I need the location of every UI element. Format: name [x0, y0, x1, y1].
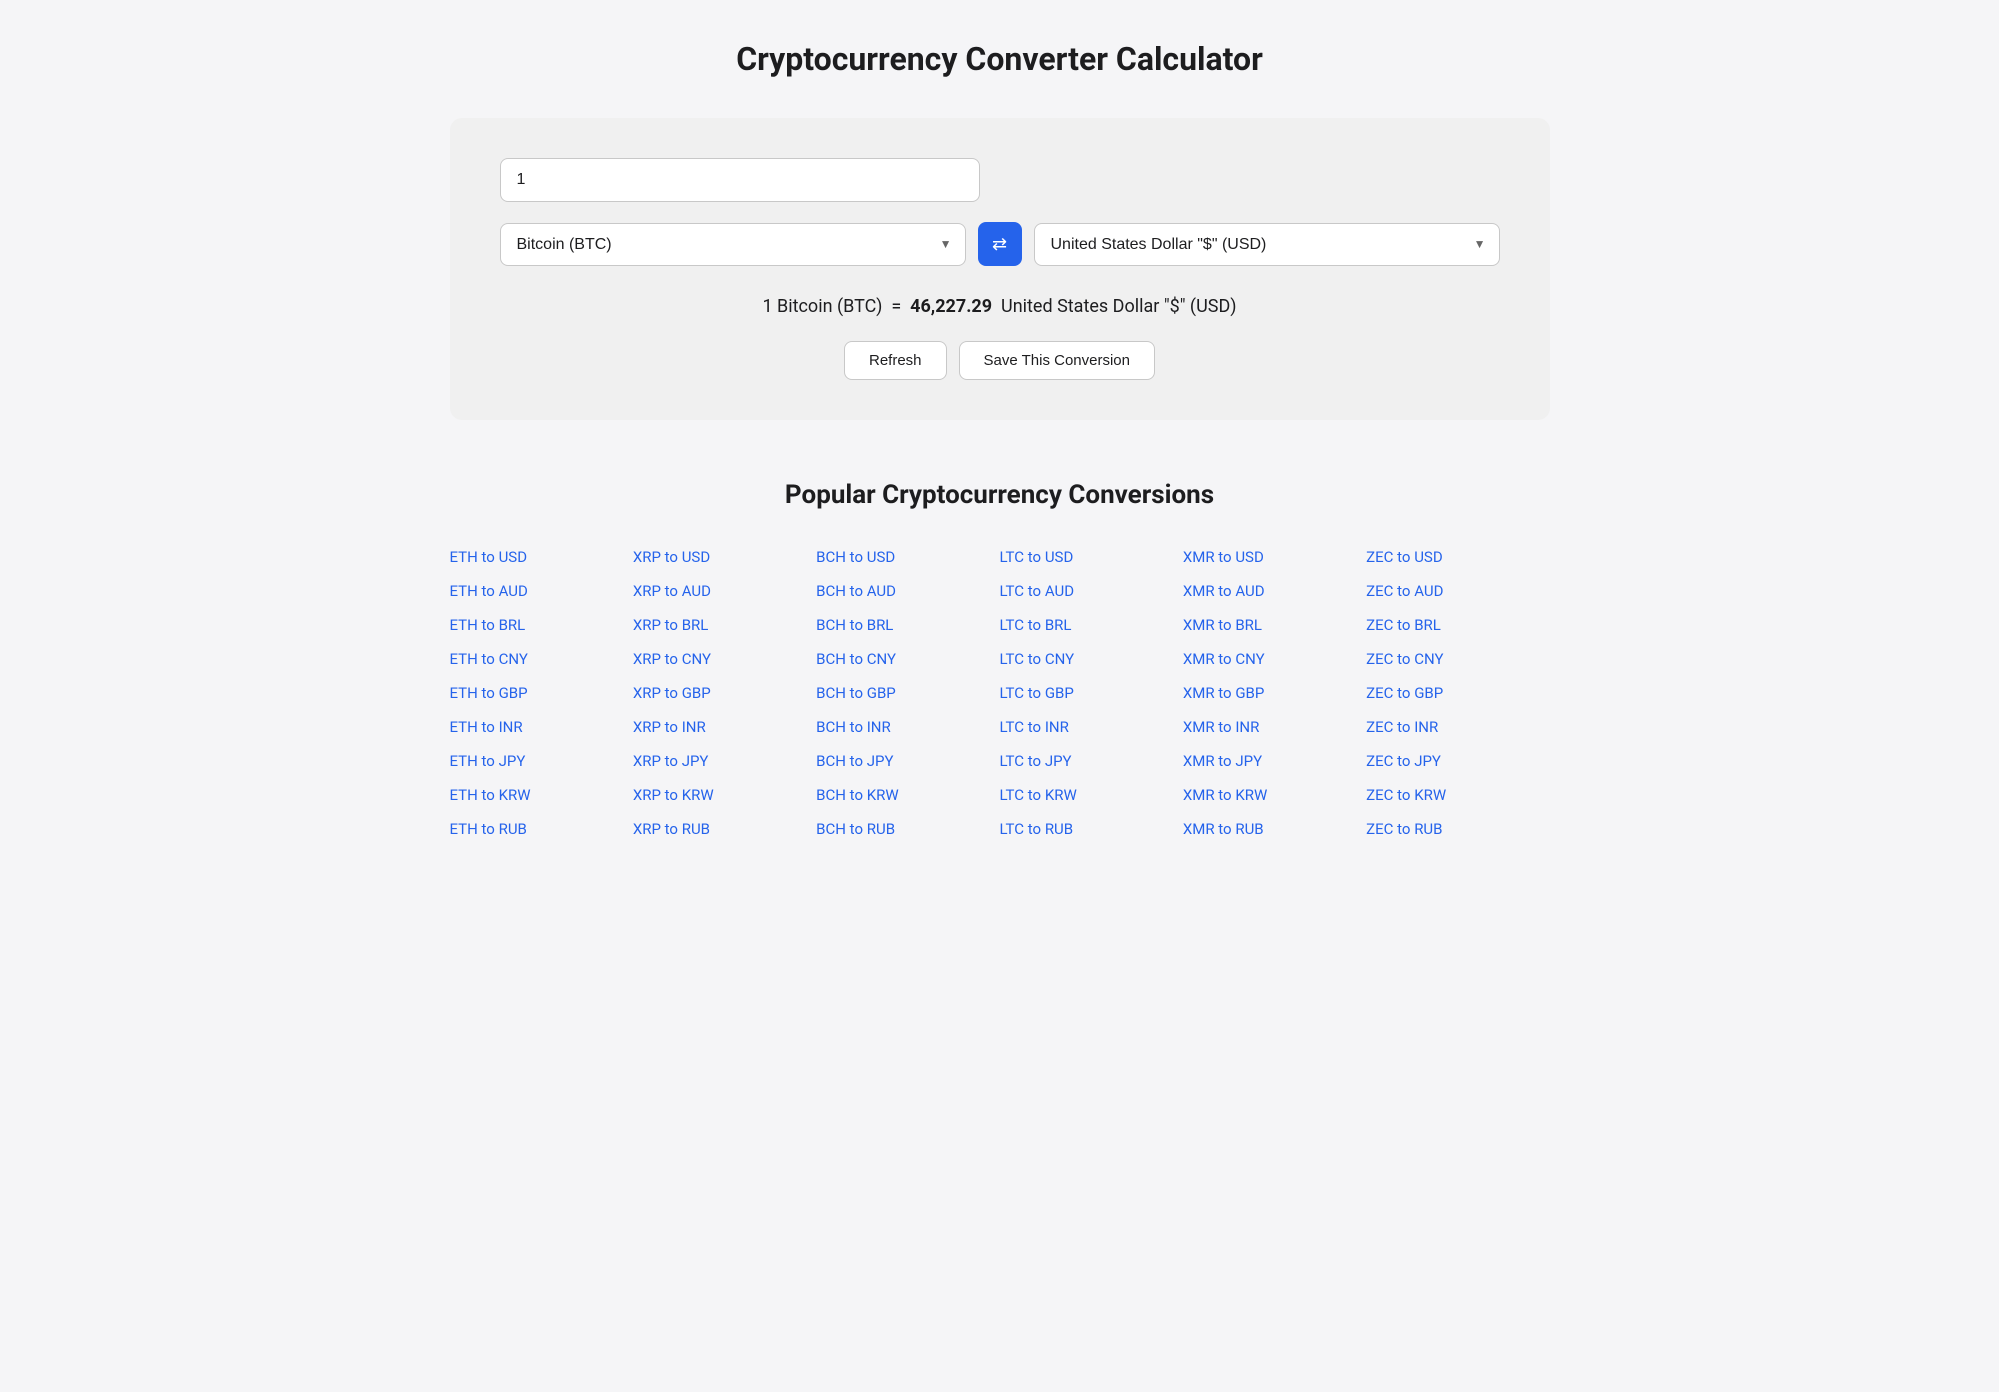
- to-currency-select[interactable]: United States Dollar "$" (USD): [1034, 223, 1500, 266]
- save-conversion-button[interactable]: Save This Conversion: [959, 341, 1155, 380]
- conversion-link[interactable]: XRP to CNY: [633, 644, 816, 674]
- conversion-link[interactable]: LTC to AUD: [999, 576, 1182, 606]
- result-equals: =: [891, 296, 901, 317]
- action-buttons: Refresh Save This Conversion: [500, 341, 1500, 380]
- conversion-link[interactable]: XMR to BRL: [1183, 610, 1366, 640]
- conversion-link[interactable]: LTC to RUB: [999, 814, 1182, 844]
- conversion-link[interactable]: ETH to RUB: [450, 814, 633, 844]
- conversion-link[interactable]: ZEC to BRL: [1366, 610, 1549, 640]
- converter-card: Bitcoin (BTC) ▼ ⇄ United States Dollar "…: [450, 118, 1550, 420]
- swap-icon: ⇄: [992, 234, 1007, 255]
- conversion-link[interactable]: LTC to JPY: [999, 746, 1182, 776]
- conversion-link[interactable]: ETH to JPY: [450, 746, 633, 776]
- conversion-link[interactable]: XMR to USD: [1183, 542, 1366, 572]
- conversion-link[interactable]: XMR to AUD: [1183, 576, 1366, 606]
- conversion-link[interactable]: LTC to CNY: [999, 644, 1182, 674]
- conversion-link[interactable]: BCH to INR: [816, 712, 999, 742]
- conversion-link[interactable]: LTC to USD: [999, 542, 1182, 572]
- conversion-link[interactable]: ETH to CNY: [450, 644, 633, 674]
- conversion-link[interactable]: LTC to BRL: [999, 610, 1182, 640]
- conversion-link[interactable]: XRP to JPY: [633, 746, 816, 776]
- to-currency-wrapper: United States Dollar "$" (USD) ▼: [1034, 223, 1500, 266]
- conversion-link[interactable]: ETH to GBP: [450, 678, 633, 708]
- result-suffix: United States Dollar "$" (USD): [1001, 296, 1237, 317]
- conversion-link[interactable]: BCH to USD: [816, 542, 999, 572]
- conversion-link[interactable]: XMR to JPY: [1183, 746, 1366, 776]
- conversion-link[interactable]: XRP to BRL: [633, 610, 816, 640]
- conversion-link[interactable]: XMR to KRW: [1183, 780, 1366, 810]
- from-currency-wrapper: Bitcoin (BTC) ▼: [500, 223, 966, 266]
- conversion-link[interactable]: XRP to GBP: [633, 678, 816, 708]
- conversion-link[interactable]: ZEC to USD: [1366, 542, 1549, 572]
- conversion-link[interactable]: ETH to INR: [450, 712, 633, 742]
- refresh-button[interactable]: Refresh: [844, 341, 947, 380]
- conversion-link[interactable]: ZEC to JPY: [1366, 746, 1549, 776]
- result-prefix: 1 Bitcoin (BTC): [762, 296, 882, 317]
- conversion-link[interactable]: ZEC to RUB: [1366, 814, 1549, 844]
- conversion-link[interactable]: XRP to INR: [633, 712, 816, 742]
- currency-row: Bitcoin (BTC) ▼ ⇄ United States Dollar "…: [500, 222, 1500, 266]
- conversion-link[interactable]: ETH to KRW: [450, 780, 633, 810]
- conversion-link[interactable]: ETH to USD: [450, 542, 633, 572]
- conversion-link[interactable]: XMR to CNY: [1183, 644, 1366, 674]
- conversion-link[interactable]: ZEC to AUD: [1366, 576, 1549, 606]
- conversion-link[interactable]: BCH to JPY: [816, 746, 999, 776]
- conversion-link[interactable]: BCH to CNY: [816, 644, 999, 674]
- conversion-link[interactable]: XRP to AUD: [633, 576, 816, 606]
- result-amount: 46,227.29: [910, 296, 992, 317]
- conversion-link[interactable]: XRP to USD: [633, 542, 816, 572]
- conversion-link[interactable]: BCH to RUB: [816, 814, 999, 844]
- conversion-link[interactable]: ZEC to GBP: [1366, 678, 1549, 708]
- conversion-link[interactable]: LTC to GBP: [999, 678, 1182, 708]
- conversion-link[interactable]: XRP to KRW: [633, 780, 816, 810]
- conversion-link[interactable]: ETH to BRL: [450, 610, 633, 640]
- conversion-link[interactable]: XRP to RUB: [633, 814, 816, 844]
- amount-input[interactable]: [500, 158, 980, 202]
- popular-section: Popular Cryptocurrency Conversions ETH t…: [450, 480, 1550, 844]
- from-currency-select[interactable]: Bitcoin (BTC): [500, 223, 966, 266]
- conversion-link[interactable]: XMR to INR: [1183, 712, 1366, 742]
- conversion-link[interactable]: LTC to INR: [999, 712, 1182, 742]
- conversions-grid: ETH to USDXRP to USDBCH to USDLTC to USD…: [450, 542, 1550, 844]
- conversion-link[interactable]: LTC to KRW: [999, 780, 1182, 810]
- conversion-link[interactable]: BCH to BRL: [816, 610, 999, 640]
- conversion-link[interactable]: XMR to RUB: [1183, 814, 1366, 844]
- conversion-link[interactable]: XMR to GBP: [1183, 678, 1366, 708]
- conversion-link[interactable]: ZEC to KRW: [1366, 780, 1549, 810]
- swap-button[interactable]: ⇄: [978, 222, 1022, 266]
- conversion-link[interactable]: ZEC to CNY: [1366, 644, 1549, 674]
- conversion-link[interactable]: ETH to AUD: [450, 576, 633, 606]
- popular-title: Popular Cryptocurrency Conversions: [450, 480, 1550, 510]
- conversion-link[interactable]: BCH to GBP: [816, 678, 999, 708]
- conversion-link[interactable]: ZEC to INR: [1366, 712, 1549, 742]
- page-title: Cryptocurrency Converter Calculator: [80, 40, 1919, 78]
- result-row: 1 Bitcoin (BTC) = 46,227.29 United State…: [500, 296, 1500, 317]
- conversion-link[interactable]: BCH to AUD: [816, 576, 999, 606]
- conversion-link[interactable]: BCH to KRW: [816, 780, 999, 810]
